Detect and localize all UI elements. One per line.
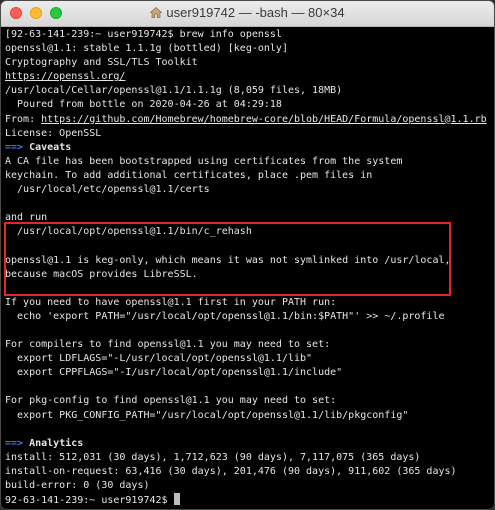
- text-cursor: [173, 493, 180, 505]
- terminal-line: If you need to have openssl@1.1 first in…: [5, 296, 490, 310]
- terminal-line: openssl@1.1: stable 1.1.1g (bottled) [ke…: [5, 42, 490, 56]
- url-link[interactable]: https://openssl.org/: [5, 71, 125, 82]
- terminal-line: ==> Analytics: [5, 437, 490, 451]
- title-bar[interactable]: user919742 — -bash — 80×34: [1, 1, 494, 27]
- line-text: If you need to have openssl@1.1 first in…: [5, 296, 337, 308]
- line-text: [92-63-141-239:~ user919742$ brew info o…: [5, 29, 282, 40]
- section-arrow: ==>: [5, 437, 30, 449]
- terminal-line: [92-63-141-239:~ user919742$ brew info o…: [5, 28, 490, 42]
- line-text: License: OpenSSL: [5, 127, 102, 139]
- terminal-line: build-error: 0 (30 days): [5, 479, 490, 493]
- terminal-line: install: 512,031 (30 days), 1,712,623 (9…: [5, 451, 490, 465]
- terminal-line: For pkg-config to find openssl@1.1 you m…: [5, 394, 490, 408]
- from-label: From:: [5, 113, 42, 125]
- section-heading: Caveats: [29, 141, 72, 153]
- line-text: openssl@1.1: stable 1.1.1g (bottled) [ke…: [5, 43, 288, 55]
- terminal-line: Cryptography and SSL/TLS Toolkit: [5, 56, 490, 70]
- terminal-line: export PKG_CONFIG_PATH="/usr/local/opt/o…: [5, 409, 490, 423]
- url-link[interactable]: https://github.com/Homebrew/homebrew-cor…: [41, 114, 487, 125]
- terminal-line: echo 'export PATH="/usr/local/opt/openss…: [5, 310, 490, 324]
- highlight-box: [4, 222, 451, 296]
- line-text: Poured from bottle on 2020-04-26 at 04:2…: [5, 99, 282, 111]
- terminal-line: ==> Caveats: [5, 141, 490, 155]
- section-heading: Analytics: [29, 437, 84, 449]
- line-text: 92-63-141-239:~ user919742$: [5, 495, 174, 505]
- line-text: /usr/local/etc/openssl@1.1/certs: [5, 184, 210, 196]
- terminal-line: export LDFLAGS="-L/usr/local/opt/openssl…: [5, 352, 490, 366]
- line-text: export PKG_CONFIG_PATH="/usr/local/opt/o…: [5, 409, 409, 421]
- terminal-line: From: https://github.com/Homebrew/homebr…: [5, 113, 490, 127]
- terminal-window: user919742 — -bash — 80×34 [92-63-141-23…: [0, 0, 495, 510]
- terminal-line: install-on-request: 63,416 (30 days), 20…: [5, 465, 490, 479]
- line-text: echo 'export PATH="/usr/local/opt/openss…: [5, 310, 445, 322]
- line-text: Cryptography and SSL/TLS Toolkit: [5, 57, 198, 69]
- terminal-line: keychain. To add additional certificates…: [5, 169, 490, 183]
- line-text: /usr/local/Cellar/openssl@1.1/1.1.1g (8,…: [5, 85, 343, 97]
- terminal-line: export CPPFLAGS="-I/usr/local/opt/openss…: [5, 366, 490, 380]
- line-text: export LDFLAGS="-L/usr/local/opt/openssl…: [5, 353, 313, 365]
- terminal-line: A CA file has been bootstrapped using ce…: [5, 155, 490, 169]
- window-title-text: user919742 — -bash — 80×34: [166, 5, 345, 20]
- terminal-line: License: OpenSSL: [5, 127, 490, 141]
- terminal-line: 92-63-141-239:~ user919742$: [5, 493, 490, 505]
- window-title: user919742 — -bash — 80×34: [1, 5, 494, 20]
- home-icon: [150, 7, 163, 18]
- terminal-line: /usr/local/Cellar/openssl@1.1/1.1.1g (8,…: [5, 84, 490, 98]
- line-text: For compilers to find openssl@1.1 you ma…: [5, 339, 331, 351]
- line-text: export CPPFLAGS="-I/usr/local/opt/openss…: [5, 367, 343, 379]
- line-text: build-error: 0 (30 days): [5, 480, 150, 491]
- terminal-line: Poured from bottle on 2020-04-26 at 04:2…: [5, 98, 490, 112]
- terminal-line: /usr/local/etc/openssl@1.1/certs: [5, 183, 490, 197]
- line-text: For pkg-config to find openssl@1.1 you m…: [5, 395, 337, 407]
- line-text: install: 512,031 (30 days), 1,712,623 (9…: [5, 451, 421, 463]
- terminal-line: https://openssl.org/: [5, 70, 490, 84]
- line-text: A CA file has been bootstrapped using ce…: [5, 155, 403, 167]
- section-arrow: ==>: [5, 141, 30, 153]
- line-text: keychain. To add additional certificates…: [5, 169, 373, 181]
- line-text: install-on-request: 63,416 (30 days), 20…: [5, 465, 457, 477]
- terminal-line: For compilers to find openssl@1.1 you ma…: [5, 338, 490, 352]
